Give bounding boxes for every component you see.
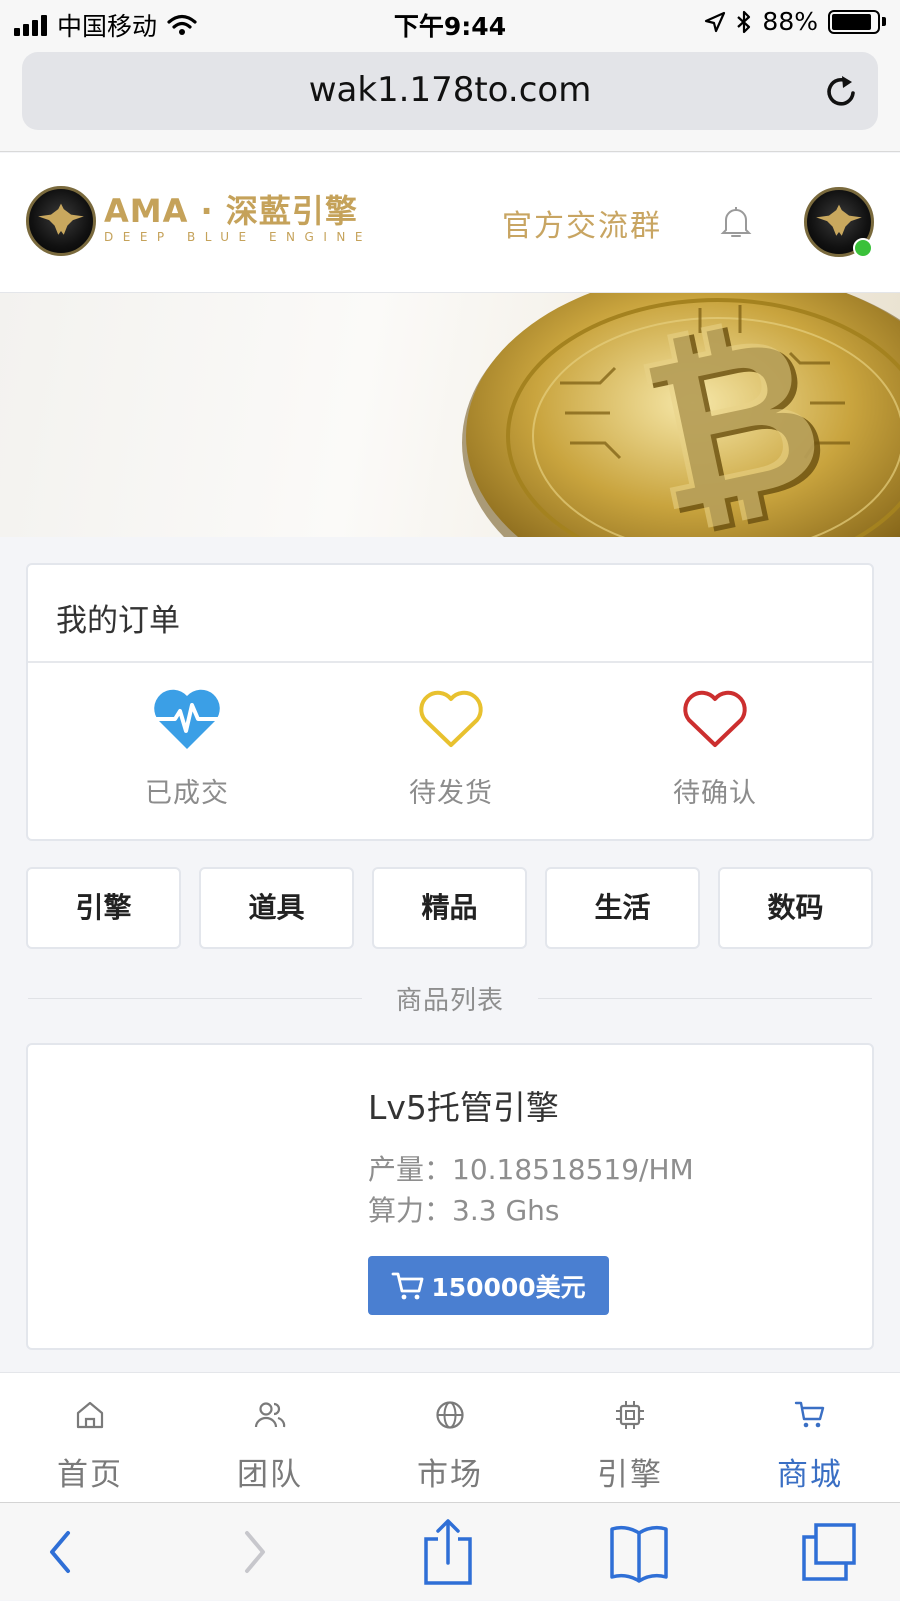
battery-fill: [832, 13, 871, 30]
nav-item-engine[interactable]: 引擎: [540, 1373, 720, 1503]
status-bar: 中国移动 下午9:44 88%: [0, 0, 900, 46]
nav-item-mall[interactable]: 商城: [720, 1373, 900, 1503]
product-name: Lv5托管引擎: [368, 1088, 559, 1127]
app-bottom-nav: 首页 团队 市场 引擎 商城: [0, 1372, 900, 1502]
tab-boutique[interactable]: 精品: [372, 867, 527, 949]
nav-label-home: 首页: [57, 1457, 123, 1493]
heart-outline-icon: [419, 690, 483, 747]
battery-icon: [828, 9, 886, 34]
back-icon[interactable]: [40, 1503, 80, 1601]
pulse-heart-icon: [153, 689, 221, 749]
app-header: AMA · 深藍引擎 DEEP BLUE ENGINE 官方交流群: [0, 153, 900, 293]
battery-percent: 88%: [762, 7, 818, 36]
banner-image[interactable]: ₿ ₿: [0, 293, 900, 537]
nav-label-mall: 商城: [777, 1457, 843, 1493]
url-text[interactable]: wak1.178to.com: [22, 70, 878, 110]
orders-title: 我的订单: [56, 603, 180, 639]
status-right: 88%: [704, 7, 886, 36]
home-icon: [76, 1401, 104, 1429]
brand-subtitle: DEEP BLUE ENGINE: [104, 230, 372, 244]
share-icon[interactable]: [420, 1503, 476, 1601]
online-status-dot: [853, 238, 873, 258]
product-card[interactable]: Lv5托管引擎 产量：10.18518519/HM 算力：3.3 Ghs 150…: [26, 1043, 874, 1350]
safari-toolbar: [0, 1502, 900, 1600]
tab-engine[interactable]: 引擎: [26, 867, 181, 949]
brand-title: AMA · 深藍引擎: [104, 192, 358, 230]
nav-item-team[interactable]: 团队: [180, 1373, 360, 1503]
nav-label-market: 市场: [417, 1457, 483, 1493]
order-status-pending-shipment[interactable]: 待发货: [351, 687, 551, 810]
buy-button[interactable]: 150000美元: [368, 1256, 609, 1315]
price-label: 150000美元: [431, 1272, 586, 1302]
power-label: 算力：: [368, 1194, 453, 1227]
orders-divider: [28, 661, 872, 663]
cart-icon: [794, 1401, 825, 1428]
order-label-completed: 已成交: [145, 778, 229, 809]
official-group-link[interactable]: 官方交流群: [502, 201, 662, 245]
nav-label-engine: 引擎: [597, 1457, 663, 1493]
brand[interactable]: AMA · 深藍引擎 DEEP BLUE ENGINE: [104, 193, 372, 245]
nav-item-home[interactable]: 首页: [0, 1373, 180, 1503]
my-orders-card: 我的订单 已成交 待发货 待确认: [26, 563, 874, 841]
bitcoin-coin-image: ₿ ₿: [462, 293, 900, 537]
order-label-pending-confirm: 待确认: [673, 778, 757, 809]
forward-icon[interactable]: [235, 1503, 275, 1601]
product-list-title: 商品列表: [395, 986, 504, 1016]
bluetooth-icon: [737, 10, 751, 33]
nav-label-team: 团队: [237, 1457, 303, 1493]
globe-icon: [436, 1401, 464, 1429]
browser-url-area: wak1.178to.com: [0, 46, 900, 152]
output-label: 产量：: [368, 1153, 453, 1186]
bell-icon[interactable]: [720, 205, 752, 239]
tabs-icon[interactable]: [800, 1503, 860, 1601]
tab-life[interactable]: 生活: [545, 867, 700, 949]
tab-digital[interactable]: 数码: [718, 867, 873, 949]
reload-icon[interactable]: [822, 72, 862, 112]
bookmarks-icon[interactable]: [608, 1503, 670, 1601]
nav-item-market[interactable]: 市场: [360, 1373, 540, 1503]
eagle-icon: [38, 203, 84, 235]
url-field[interactable]: wak1.178to.com: [22, 52, 878, 130]
product-output: 产量：10.18518519/HM: [368, 1148, 694, 1188]
cart-icon: [391, 1272, 424, 1299]
power-value: 3.3 Ghs: [452, 1194, 560, 1227]
order-status-completed[interactable]: 已成交: [87, 687, 287, 810]
heart-outline-icon: [683, 690, 747, 747]
team-icon: [254, 1402, 286, 1428]
product-power: 算力：3.3 Ghs: [368, 1189, 559, 1229]
location-arrow-icon: [705, 11, 726, 32]
order-status-pending-confirm[interactable]: 待确认: [615, 687, 815, 810]
order-label-pending-shipment: 待发货: [409, 778, 493, 809]
logo-emblem[interactable]: [26, 186, 96, 256]
output-value: 10.18518519/HM: [452, 1153, 694, 1186]
chip-icon: [616, 1401, 644, 1429]
tab-props[interactable]: 道具: [199, 867, 354, 949]
